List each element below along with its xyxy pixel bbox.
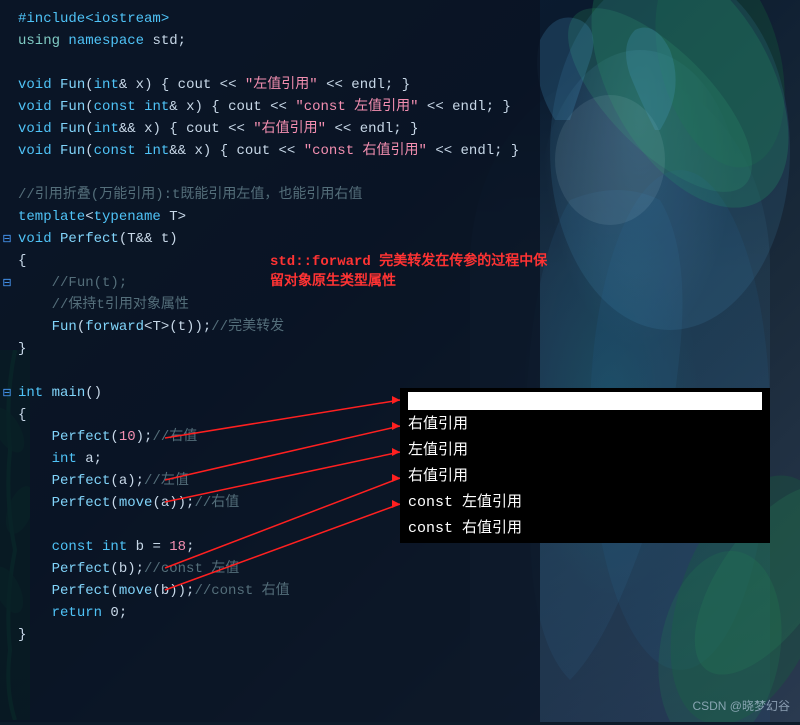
line-content: [18, 162, 532, 184]
code-line: [0, 162, 540, 184]
code-line: return 0;: [0, 602, 540, 624]
code-line: void Fun(const int&& x) { cout << "const…: [0, 140, 540, 162]
watermark: CSDN @晓梦幻谷: [692, 697, 790, 714]
code-line: void Fun(int& x) { cout << "左值引用" << end…: [0, 74, 540, 96]
line-content: void Perfect(T&& t): [18, 228, 532, 250]
code-editor: #include<iostream>using namespace std; v…: [0, 0, 540, 722]
line-indicator: ⊟: [0, 276, 14, 290]
line-content: void Fun(const int&& x) { cout << "const…: [18, 140, 532, 162]
line-content: }: [18, 338, 532, 360]
line-content: void Fun(const int& x) { cout << "const …: [18, 96, 532, 118]
terminal-line: const 左值引用: [408, 490, 762, 516]
line-content: Perfect(move(b));//const 右值: [18, 580, 532, 602]
line-content: #include<iostream>: [18, 8, 532, 30]
line-content: }: [18, 624, 532, 646]
code-line: [0, 52, 540, 74]
line-content: Perfect(b);//const 左值: [18, 558, 532, 580]
code-line: [0, 360, 540, 382]
terminal-line: 左值引用: [408, 438, 762, 464]
code-line: //保持t引用对象属性: [0, 294, 540, 316]
terminal-titlebar: [408, 392, 762, 410]
code-line: }: [0, 338, 540, 360]
line-content: return 0;: [18, 602, 532, 624]
code-line: Perfect(move(b));//const 右值: [0, 580, 540, 602]
code-line: void Fun(const int& x) { cout << "const …: [0, 96, 540, 118]
terminal-line: 右值引用: [408, 464, 762, 490]
line-content: using namespace std;: [18, 30, 532, 52]
code-line: }: [0, 624, 540, 646]
code-line: using namespace std;: [0, 30, 540, 52]
code-line: void Fun(int&& x) { cout << "右值引用" << en…: [0, 118, 540, 140]
line-content: //保持t引用对象属性: [18, 294, 532, 316]
code-line: template<typename T>: [0, 206, 540, 228]
line-indicator: ⊟: [0, 232, 14, 246]
terminal-line: const 右值引用: [408, 516, 762, 542]
terminal-output: 右值引用左值引用右值引用const 左值引用const 右值引用: [400, 388, 770, 543]
line-content: void Fun(int&& x) { cout << "右值引用" << en…: [18, 118, 532, 140]
code-line: Perfect(b);//const 左值: [0, 558, 540, 580]
line-content: void Fun(int& x) { cout << "左值引用" << end…: [18, 74, 532, 96]
code-line: #include<iostream>: [0, 8, 540, 30]
code-line: //引用折叠(万能引用):t既能引用左值，也能引用右值: [0, 184, 540, 206]
annotation-line2: 留对象原生类型属性: [270, 272, 547, 292]
line-content: [18, 360, 532, 382]
line-content: Fun(forward<T>(t));//完美转发: [18, 316, 532, 338]
code-line: ⊟ void Perfect(T&& t): [0, 228, 540, 250]
annotation-box: std::forward 完美转发在传参的过程中保 留对象原生类型属性: [270, 252, 547, 292]
line-indicator: ⊟: [0, 386, 14, 400]
line-content: [18, 52, 532, 74]
code-line: Fun(forward<T>(t));//完美转发: [0, 316, 540, 338]
terminal-line: 右值引用: [408, 412, 762, 438]
line-content: template<typename T>: [18, 206, 532, 228]
annotation-line1: std::forward 完美转发在传参的过程中保: [270, 252, 547, 272]
line-content: //引用折叠(万能引用):t既能引用左值，也能引用右值: [18, 184, 532, 206]
